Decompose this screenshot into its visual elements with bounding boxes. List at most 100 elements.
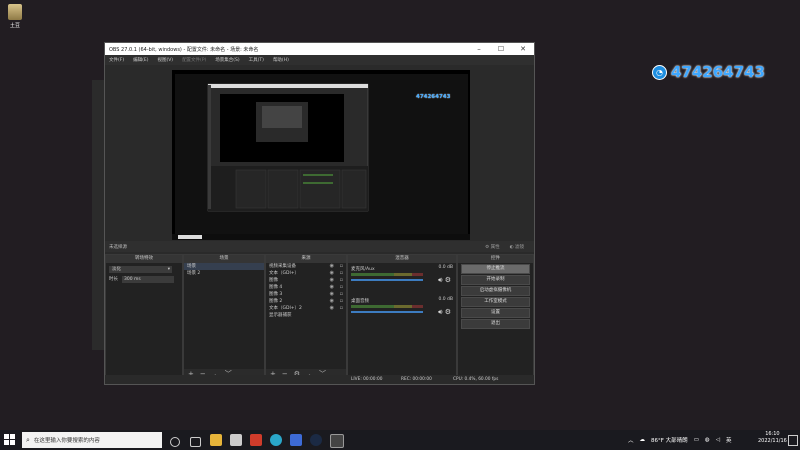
transitions-title: 转场特效: [106, 255, 182, 263]
eye-icon[interactable]: ◉: [330, 270, 334, 277]
taskbar-clock[interactable]: 16:10 2022/11/16: [758, 431, 787, 445]
windows-start-icon[interactable]: [4, 434, 15, 445]
menu-file[interactable]: 文件(F): [109, 57, 124, 63]
source-label: 图像: [269, 278, 278, 283]
system-tray: ︿ ☁ 86°F 大部晴朗 ▭ ◍ ◁ 英: [628, 430, 731, 450]
speaker-icon[interactable]: 🔊︎ ⚙: [438, 308, 451, 317]
task-view-icon[interactable]: [190, 437, 201, 447]
lock-icon[interactable]: ▫: [340, 270, 343, 277]
eye-icon[interactable]: ◉: [330, 284, 334, 291]
qq-watermark: ◔ 474264743: [652, 62, 765, 82]
scene-item[interactable]: 场景 2: [184, 270, 264, 277]
taskbar-search[interactable]: ⌕ 在这里输入你要搜索的内容: [22, 432, 162, 448]
search-icon: ⌕: [26, 435, 30, 444]
eye-icon[interactable]: ◉: [330, 291, 334, 298]
obs-window[interactable]: OBS 27.0.1 (64-bit, windows) - 配置文件: 未命名…: [104, 42, 535, 385]
filters-button[interactable]: ◐ 滤镜: [510, 244, 524, 250]
source-item[interactable]: 图像 3 ◉ ▫: [266, 291, 346, 298]
file-explorer-icon[interactable]: [210, 434, 222, 446]
source-item[interactable]: 图像 ◉ ▫: [266, 277, 346, 284]
source-item[interactable]: 文本（GDI+）2 ◉ ▫: [266, 305, 346, 312]
sources-dock: 来源 视频采集设备 ◉ ▫ 文本（GDI+） ◉ ▫ 图像 ◉ ▫ 图像 4 ◉ ▫ 图像 3 ◉…: [265, 254, 347, 380]
office-icon[interactable]: [250, 434, 262, 446]
lock-icon[interactable]: ▫: [340, 284, 343, 291]
qq-number: 474264743: [671, 63, 765, 81]
properties-label: 属性: [490, 244, 500, 250]
properties-button[interactable]: ⚙ 属性: [485, 244, 499, 250]
lock-icon[interactable]: ▫: [340, 263, 343, 270]
store-icon[interactable]: [230, 434, 242, 446]
lock-icon[interactable]: ▫: [340, 291, 343, 298]
volume-icon[interactable]: ◁: [716, 437, 720, 443]
lock-icon[interactable]: ▫: [340, 298, 343, 305]
source-item[interactable]: 视频采集设备 ◉ ▫: [266, 263, 346, 270]
app-logo-icon: [8, 4, 22, 20]
studio-mode-button[interactable]: 工作室模式: [461, 297, 530, 307]
exit-button[interactable]: 退出: [461, 319, 530, 329]
settings-button[interactable]: 设置: [461, 308, 530, 318]
volume-slider[interactable]: [351, 279, 423, 281]
maximize-button[interactable]: ☐: [490, 45, 512, 53]
virtual-camera-button[interactable]: 启动虚拟摄像机: [461, 286, 530, 296]
eye-icon[interactable]: ◉: [330, 298, 334, 305]
source-label: 视频采集设备: [269, 264, 296, 269]
channel-name: 麦克风/Aux: [351, 267, 375, 272]
sources-title: 来源: [266, 255, 346, 263]
level-meter: [351, 305, 423, 308]
status-bar: LIVE: 00:00:00 REC: 00:00:00 CPU: 0.4%, …: [105, 375, 534, 384]
menu-view[interactable]: 视图(V): [157, 57, 173, 63]
obs-titlebar[interactable]: OBS 27.0.1 (64-bit, windows) - 配置文件: 未命名…: [105, 43, 534, 55]
lock-icon[interactable]: ▫: [340, 277, 343, 284]
obs-taskbar-icon[interactable]: [330, 434, 344, 448]
chevron-down-icon: ▾: [167, 267, 170, 272]
close-button[interactable]: ✕: [512, 45, 534, 53]
eye-icon[interactable]: ◉: [330, 305, 334, 312]
transition-type-select[interactable]: 淡化 ▾: [109, 266, 172, 273]
start-recording-button[interactable]: 开始录制: [461, 275, 530, 285]
window-title: OBS 27.0.1 (64-bit, windows) - 配置文件: 未命名…: [109, 46, 259, 53]
mixer-dock: 混音器 麦克风/Aux 0.0 dB 🔊︎ ⚙ 桌面音频 0.0 dB 🔊︎ ⚙: [347, 254, 457, 380]
duration-label: 时长: [109, 277, 118, 282]
mic-icon[interactable]: ◍: [705, 437, 710, 443]
menu-help[interactable]: 帮助(H): [273, 57, 289, 63]
desktop-icon[interactable]: 土豆: [4, 4, 26, 34]
steam-icon[interactable]: [310, 434, 322, 446]
edge-icon[interactable]: [270, 434, 282, 446]
controls-dock: 控件 停止推流 开始录制 启动虚拟摄像机 工作室模式 设置 退出: [457, 254, 534, 380]
scene-item[interactable]: 场景: [184, 263, 264, 270]
notification-icon[interactable]: [788, 435, 798, 446]
selected-source-label: 未选择源: [109, 244, 127, 250]
cortana-icon[interactable]: [170, 437, 180, 447]
source-item[interactable]: 图像 2 ◉ ▫: [266, 298, 346, 305]
mixer-channel: 麦克风/Aux 0.0 dB 🔊︎ ⚙: [351, 265, 453, 295]
transition-type-value: 淡化: [112, 267, 121, 272]
input-language[interactable]: 英: [726, 436, 732, 444]
source-item[interactable]: 文本（GDI+） ◉ ▫: [266, 270, 346, 277]
filters-label: 滤镜: [515, 244, 524, 250]
channel-name: 桌面音频: [351, 299, 369, 304]
volume-slider[interactable]: [351, 311, 423, 313]
stop-streaming-button[interactable]: 停止推流: [461, 264, 530, 274]
lock-icon[interactable]: ▫: [340, 305, 343, 312]
preview-canvas[interactable]: 474264743: [172, 70, 470, 240]
eye-icon[interactable]: ◉: [330, 277, 334, 284]
menu-scene-collection[interactable]: 场景集合(S): [215, 57, 239, 63]
menu-edit[interactable]: 编辑(E): [133, 57, 148, 63]
menu-profile[interactable]: 配置文件(P): [182, 57, 206, 63]
preview-qq-watermark: 474264743: [416, 94, 451, 100]
network-icon[interactable]: ▭: [694, 437, 699, 443]
search-input[interactable]: 在这里输入你要搜索的内容: [34, 436, 100, 444]
channel-db: 0.0 dB: [438, 297, 453, 302]
source-item[interactable]: 显示器捕获: [266, 312, 346, 319]
source-item[interactable]: 图像 4 ◉ ▫: [266, 284, 346, 291]
eye-icon[interactable]: ◉: [330, 263, 334, 270]
minimize-button[interactable]: –: [468, 45, 490, 53]
weather-text[interactable]: 86°F 大部晴朗: [651, 436, 688, 444]
channel-db: 0.0 dB: [438, 265, 453, 270]
desktop-icon-label: 土豆: [9, 23, 20, 29]
speaker-icon[interactable]: 🔊︎ ⚙: [438, 276, 451, 285]
app-icon[interactable]: [290, 434, 302, 446]
chevron-up-icon[interactable]: ︿: [628, 436, 634, 444]
duration-input[interactable]: 300 ms: [122, 276, 174, 283]
menu-tools[interactable]: 工具(T): [249, 57, 264, 63]
